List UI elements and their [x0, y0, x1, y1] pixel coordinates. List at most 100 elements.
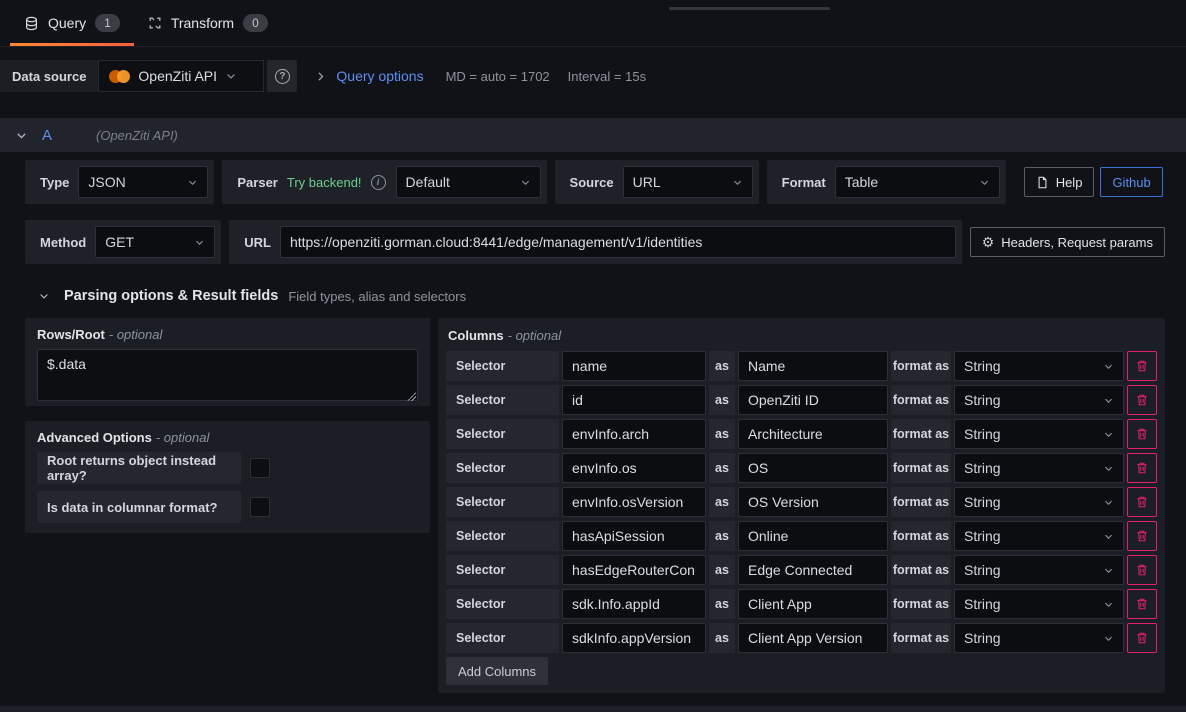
column-format-select[interactable]: String — [954, 555, 1124, 585]
column-format-select[interactable]: String — [954, 419, 1124, 449]
selector-input[interactable] — [562, 521, 706, 551]
alias-input[interactable] — [738, 623, 888, 653]
column-format-value: String — [964, 494, 1001, 510]
method-select[interactable]: GET — [95, 226, 215, 258]
column-row: Selector as format as String — [446, 419, 1157, 449]
query-count-badge: 1 — [95, 14, 120, 32]
selector-input[interactable] — [562, 453, 706, 483]
selector-chip: Selector — [446, 419, 559, 449]
delete-column-button[interactable] — [1127, 521, 1157, 551]
column-format-select[interactable]: String — [954, 385, 1124, 415]
chevron-down-icon — [1103, 429, 1114, 440]
column-format-select[interactable]: String — [954, 351, 1124, 381]
as-chip: as — [709, 589, 735, 619]
info-circle-icon[interactable]: i — [371, 175, 386, 190]
delete-column-button[interactable] — [1127, 453, 1157, 483]
delete-column-button[interactable] — [1127, 351, 1157, 381]
selector-input[interactable] — [562, 419, 706, 449]
pane-resize-handle[interactable] — [669, 7, 830, 10]
format-as-chip: format as — [891, 589, 951, 619]
delete-column-button[interactable] — [1127, 589, 1157, 619]
rows-root-input[interactable] — [37, 349, 418, 401]
chevron-down-icon — [225, 70, 237, 82]
column-format-select[interactable]: String — [954, 453, 1124, 483]
column-format-select[interactable]: String — [954, 623, 1124, 653]
alias-input[interactable] — [738, 453, 888, 483]
advanced-option-label: Root returns object instead array? — [37, 452, 241, 484]
advanced-option-checkbox[interactable] — [250, 497, 270, 517]
headers-params-button[interactable]: ⚙ Headers, Request params — [970, 227, 1165, 257]
selector-input[interactable] — [562, 487, 706, 517]
add-columns-button[interactable]: Add Columns — [446, 657, 548, 685]
type-select[interactable]: JSON — [78, 166, 208, 198]
selector-input[interactable] — [562, 351, 706, 381]
column-format-value: String — [964, 426, 1001, 442]
trash-icon — [1135, 359, 1149, 373]
tab-transform[interactable]: Transform 0 — [134, 0, 282, 46]
delete-column-button[interactable] — [1127, 419, 1157, 449]
type-field-group: Type JSON — [25, 160, 214, 204]
selector-input[interactable] — [562, 589, 706, 619]
parser-select[interactable]: Default — [396, 166, 541, 198]
selector-input[interactable] — [562, 623, 706, 653]
query-options-toggle[interactable]: Query options — [336, 68, 423, 84]
column-row: Selector as format as String — [446, 385, 1157, 415]
column-format-value: String — [964, 392, 1001, 408]
selector-chip: Selector — [446, 589, 559, 619]
alias-input[interactable] — [738, 487, 888, 517]
gear-icon: ⚙ — [982, 235, 995, 249]
as-chip: as — [709, 487, 735, 517]
format-as-chip: format as — [891, 453, 951, 483]
selector-input[interactable] — [562, 385, 706, 415]
column-format-value: String — [964, 528, 1001, 544]
github-button[interactable]: Github — [1100, 167, 1162, 197]
source-select[interactable]: URL — [623, 166, 753, 198]
column-format-value: String — [964, 562, 1001, 578]
columns-optional: - optional — [508, 328, 561, 343]
collapse-section-icon[interactable] — [38, 290, 50, 302]
query-ref-id[interactable]: A — [42, 127, 52, 144]
document-icon — [1036, 176, 1049, 189]
selector-input[interactable] — [562, 555, 706, 585]
datasource-help-button[interactable]: ? — [267, 60, 297, 92]
trash-icon — [1135, 495, 1149, 509]
delete-column-button[interactable] — [1127, 623, 1157, 653]
transform-icon — [148, 16, 162, 30]
datasource-picker[interactable]: OpenZiti API — [98, 60, 264, 92]
transform-count-badge: 0 — [243, 14, 268, 32]
query-tab-label: Query — [48, 15, 86, 31]
parsing-section-title: Parsing options & Result fields — [64, 288, 278, 304]
format-select[interactable]: Table — [835, 166, 1000, 198]
tab-query[interactable]: Query 1 — [10, 0, 134, 46]
query-options-interval: Interval = 15s — [568, 69, 646, 84]
alias-input[interactable] — [738, 351, 888, 381]
help-button[interactable]: Help — [1024, 167, 1095, 197]
delete-column-button[interactable] — [1127, 555, 1157, 585]
query-row-header: A (OpenZiti API) — [0, 118, 1186, 152]
selector-chip: Selector — [446, 351, 559, 381]
delete-column-button[interactable] — [1127, 487, 1157, 517]
columns-label: Columns- optional — [446, 326, 1157, 351]
as-chip: as — [709, 385, 735, 415]
chevron-down-icon — [1103, 497, 1114, 508]
url-input[interactable] — [280, 226, 956, 258]
columns-rows: Selector as format as String — [446, 351, 1157, 653]
alias-input[interactable] — [738, 385, 888, 415]
column-format-select[interactable]: String — [954, 589, 1124, 619]
parsing-section-subtitle: Field types, alias and selectors — [288, 289, 466, 304]
alias-input[interactable] — [738, 589, 888, 619]
column-format-select[interactable]: String — [954, 487, 1124, 517]
delete-column-button[interactable] — [1127, 385, 1157, 415]
query-options-summary: MD = auto = 1702 — [446, 69, 550, 84]
rows-root-optional: - optional — [109, 327, 162, 342]
column-format-select[interactable]: String — [954, 521, 1124, 551]
alias-input[interactable] — [738, 521, 888, 551]
chevron-down-icon — [1103, 633, 1114, 644]
resize-handle-icon[interactable] — [407, 392, 416, 401]
collapse-query-icon[interactable] — [15, 129, 28, 142]
alias-input[interactable] — [738, 555, 888, 585]
advanced-option-checkbox[interactable] — [250, 458, 270, 478]
format-as-chip: format as — [891, 351, 951, 381]
advanced-option-row: Root returns object instead array? — [37, 452, 418, 484]
alias-input[interactable] — [738, 419, 888, 449]
